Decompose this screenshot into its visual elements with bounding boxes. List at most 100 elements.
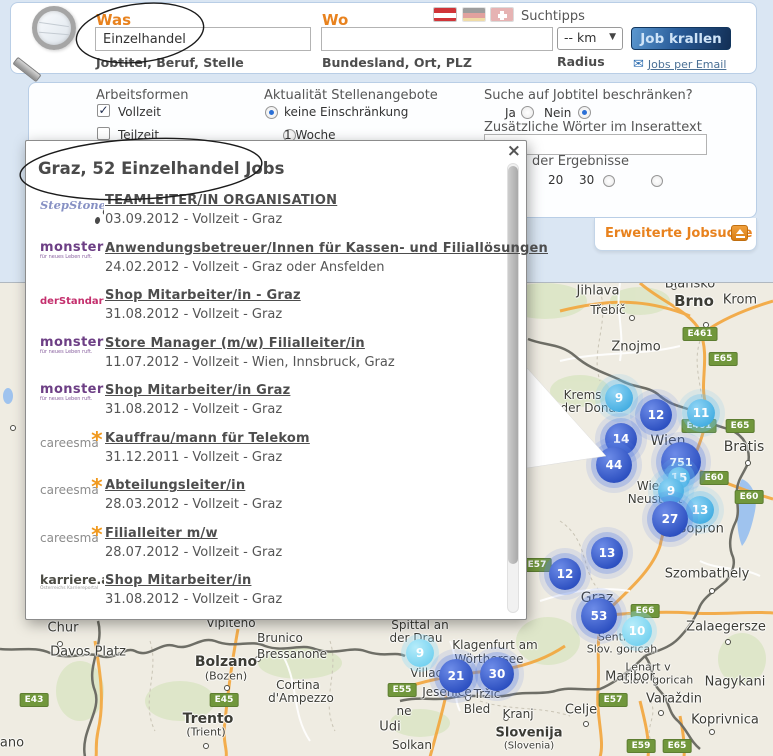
road-badge: E43 bbox=[20, 693, 49, 707]
job-meta: 11.07.2012 - Vollzeit - Wien, Innsbruck,… bbox=[105, 355, 395, 370]
job-count-marker[interactable]: 12 bbox=[640, 399, 672, 431]
popup-scrollbar[interactable] bbox=[507, 163, 519, 613]
map-city-label: Koprivnica bbox=[691, 713, 759, 728]
job-count-marker[interactable]: 9 bbox=[406, 639, 434, 667]
ergebnisse-20-radio[interactable] bbox=[603, 175, 615, 187]
stepstone-logo: StepStone bbox=[40, 198, 104, 212]
map-city-label: Znojmo bbox=[611, 340, 660, 355]
ja-label[interactable]: Ja bbox=[505, 106, 516, 120]
jobs-per-email[interactable]: ✉Jobs per Email bbox=[633, 53, 726, 72]
job-count-marker[interactable]: 27 bbox=[652, 501, 688, 537]
job-count-marker[interactable]: 11 bbox=[687, 399, 715, 427]
map-city-label: Bressanone bbox=[257, 647, 327, 661]
ja-radio[interactable] bbox=[521, 106, 534, 119]
job-row: careesma*Filialleiter m/w28.07.2012 - Vo… bbox=[26, 526, 498, 574]
map-city-label: St. Pölten bbox=[541, 443, 598, 457]
map-city-label: Bratis bbox=[724, 439, 765, 455]
ergebnisse-20-label[interactable]: 20 bbox=[548, 173, 563, 187]
nein-radio[interactable] bbox=[578, 106, 591, 119]
road-badge: E461 bbox=[683, 327, 718, 341]
vollzeit-label[interactable]: Vollzeit bbox=[118, 105, 161, 119]
job-count-marker[interactable]: 10 bbox=[622, 616, 652, 646]
job-title-link[interactable]: Shop Mitarbeiter/in bbox=[105, 573, 282, 588]
job-title-link[interactable]: Filialleiter m/w bbox=[105, 526, 282, 541]
city-dot bbox=[203, 743, 209, 749]
wo-input[interactable] bbox=[321, 27, 553, 51]
map-city-label: Blansko bbox=[665, 282, 716, 292]
map-city-label: Kranj bbox=[502, 707, 533, 721]
suchtipps-link[interactable]: Suchtipps bbox=[521, 9, 585, 24]
was-input[interactable] bbox=[95, 27, 311, 51]
map-city-label: Celje bbox=[565, 703, 597, 718]
jobtitel-title: Suche auf Jobtitel beschränken? bbox=[484, 88, 693, 103]
map-city-label: Brno bbox=[674, 292, 714, 310]
job-list: StepStoneTEAMLEITER/IN ORGANISATION 03.09… bbox=[26, 193, 498, 621]
job-row: monsterfür neues Leben ruft.Anwendungsbe… bbox=[26, 241, 498, 289]
job-count-marker[interactable]: 13 bbox=[686, 496, 714, 524]
road-badge: E55 bbox=[388, 683, 417, 697]
map-city-label: Klagenfurt am bbox=[452, 638, 538, 652]
map-city-label: Solkan bbox=[392, 738, 432, 752]
job-row: karriere.atÖsterreichs KarriereportalSho… bbox=[26, 573, 498, 621]
job-count-marker[interactable]: 13 bbox=[591, 537, 623, 569]
chevron-down-icon: ▼ bbox=[609, 32, 616, 42]
austria-flag-icon[interactable] bbox=[433, 7, 457, 22]
job-count-marker[interactable]: 9 bbox=[605, 384, 633, 412]
job-meta: 03.09.2012 - Vollzeit - Graz bbox=[105, 212, 337, 227]
job-count-marker[interactable]: 53 bbox=[581, 598, 617, 634]
city-dot bbox=[709, 588, 715, 594]
job-title-link[interactable]: Anwendungsbetreuer/Innen für Kassen- und… bbox=[105, 241, 548, 256]
job-count-marker[interactable]: 30 bbox=[480, 657, 514, 691]
road-badge: E57 bbox=[599, 693, 628, 707]
job-meta: 31.08.2012 - Vollzeit - Graz bbox=[105, 592, 282, 607]
job-row: careesma*Abteilungsleiter/in28.03.2012 -… bbox=[26, 478, 498, 526]
radius-label: Radius bbox=[557, 54, 605, 69]
map-city-label: Nagykani bbox=[705, 675, 766, 690]
erweiterte-jobsuche-button[interactable]: Erweiterte Jobsuche bbox=[594, 218, 757, 251]
road-badge: E65 bbox=[726, 419, 755, 433]
results-popup: × Graz, 52 Einzelhandel Jobs StepStoneTE… bbox=[25, 140, 527, 620]
map-city-label: (Slovenia) bbox=[504, 741, 554, 752]
map-city-label: Maribor bbox=[605, 670, 655, 685]
vollzeit-checkbox[interactable]: ✓ bbox=[97, 104, 110, 117]
keine-radio[interactable] bbox=[265, 106, 278, 119]
close-icon[interactable]: × bbox=[507, 141, 521, 161]
zusatz-label: Zusätzliche Wörter im Inserattext bbox=[484, 120, 702, 135]
job-row: monsterfür neues Leben ruft.Store Manage… bbox=[26, 336, 498, 384]
job-count-marker[interactable]: 44 bbox=[596, 447, 632, 483]
city-dot bbox=[658, 710, 664, 716]
job-title-link[interactable]: Store Manager (m/w) Filialleiter/in bbox=[105, 336, 395, 351]
city-dot bbox=[629, 315, 635, 321]
job-title-link[interactable]: Kauffrau/mann für Telekom bbox=[105, 431, 310, 446]
switzerland-flag-icon[interactable] bbox=[490, 7, 514, 22]
map-city-label: (Trient) bbox=[186, 726, 225, 739]
map-city-label: Jihlava bbox=[577, 284, 620, 299]
popup-title: Graz, 52 Einzelhandel Jobs bbox=[38, 159, 284, 178]
ergebnisse-30-radio[interactable] bbox=[651, 175, 663, 187]
germany-flag-icon[interactable] bbox=[462, 7, 486, 22]
job-count-marker[interactable]: 12 bbox=[549, 558, 581, 590]
search-panel: Was Jobtitel, Beruf, Stelle Wo Bundeslan… bbox=[10, 2, 757, 74]
job-row: monsterfür neues Leben ruft.Shop Mitarbe… bbox=[26, 383, 498, 431]
job-title-link[interactable]: Shop Mitarbeiter/in Graz bbox=[105, 383, 290, 398]
job-meta: 31.12.2011 - Vollzeit - Graz bbox=[105, 450, 310, 465]
road-badge: E65 bbox=[709, 352, 738, 366]
job-title-link[interactable]: TEAMLEITER/IN ORGANISATION bbox=[105, 193, 337, 208]
job-title-link[interactable]: Abteilungsleiter/in bbox=[105, 478, 282, 493]
job-count-marker[interactable]: 21 bbox=[439, 659, 473, 693]
map-city-label: Třebíč bbox=[590, 303, 625, 317]
job-meta: 31.08.2012 - Vollzeit - Graz bbox=[105, 402, 290, 417]
map-city-label: Bolzano bbox=[195, 654, 257, 670]
careesma-logo: careesma* bbox=[40, 436, 99, 450]
job-row: StepStoneTEAMLEITER/IN ORGANISATION 03.09… bbox=[26, 193, 498, 241]
map-city-label: Udi bbox=[379, 720, 400, 735]
teilzeit-checkbox[interactable] bbox=[97, 127, 110, 140]
job-title-link[interactable]: Shop Mitarbeiter/in - Graz bbox=[105, 288, 301, 303]
keine-label[interactable]: keine Einschränkung bbox=[284, 105, 408, 119]
radius-select[interactable]: -- km▼ bbox=[557, 27, 623, 50]
nein-label[interactable]: Nein bbox=[544, 106, 571, 120]
ergebnisse-30-label[interactable]: 30 bbox=[579, 173, 594, 187]
job-krallen-button[interactable]: Job krallen bbox=[631, 27, 731, 50]
scrollbar-thumb[interactable] bbox=[508, 166, 518, 564]
map-city-label: (Bozen) bbox=[205, 670, 247, 683]
